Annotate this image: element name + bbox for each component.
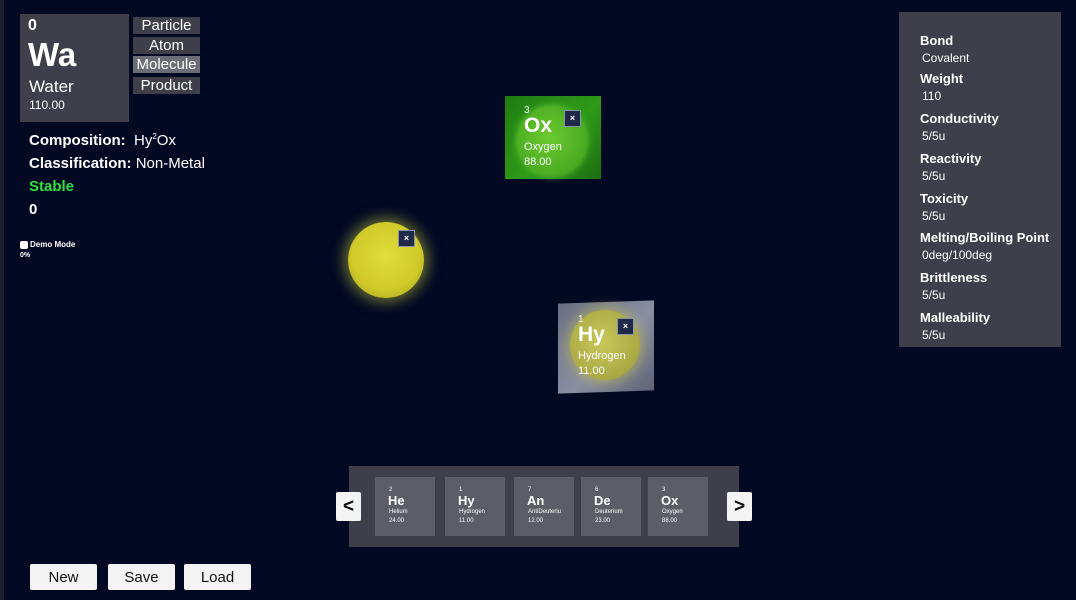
palette-prev-button[interactable]: < (336, 492, 361, 521)
mode-atom-button[interactable]: Atom (133, 37, 200, 54)
oxygen-label: 3 Ox Oxygen 88.00 (524, 105, 562, 168)
save-button[interactable]: Save (108, 564, 175, 590)
composition-label: Composition: (29, 132, 126, 149)
remove-oxygen-close-icon[interactable]: × (564, 110, 581, 127)
palette-item-oxygen[interactable]: 3 Ox Oxygen 88.00 (648, 477, 708, 536)
property-weight: Weight 110 (920, 71, 964, 103)
element-weight: 110.00 (29, 98, 65, 112)
window-edge (0, 0, 4, 600)
demo-progress: 0% (20, 252, 31, 259)
mode-product-button[interactable]: Product (133, 77, 200, 94)
element-symbol: Wa (28, 36, 77, 73)
element-name: Water (29, 77, 74, 96)
selected-element-card: 0 Wa Water 110.00 (20, 14, 129, 122)
element-number: 0 (28, 17, 37, 34)
property-reactivity: Reactivity 5/5u (920, 151, 982, 183)
counter-value: 0 (29, 201, 38, 218)
palette-item-helium[interactable]: 2 He Helium 24.00 (375, 477, 435, 536)
remove-hydrogen-close-icon[interactable]: × (617, 318, 634, 335)
property-toxicity: Toxicity 5/5u (920, 191, 969, 223)
load-button[interactable]: Load (184, 564, 251, 590)
classification-label: Classification: (29, 155, 132, 172)
classification-value: Non-Metal (135, 155, 205, 172)
palette-item-deuterium[interactable]: 6 De Deuterium 23.00 (581, 477, 641, 536)
mode-molecule-button[interactable]: Molecule (133, 56, 200, 73)
demo-mode-toggle[interactable]: Demo Mode (20, 240, 75, 249)
mode-particle-button[interactable]: Particle (133, 17, 200, 34)
property-brittleness: Brittleness 5/5u (920, 270, 988, 302)
remove-particle-close-icon[interactable]: × (398, 230, 415, 247)
stability-status: Stable (29, 178, 75, 195)
demo-mode-label: Demo Mode (30, 240, 76, 249)
property-conductivity: Conductivity 5/5u (920, 111, 999, 143)
property-bond: Bond Covalent (920, 33, 970, 65)
palette-next-button[interactable]: > (727, 492, 752, 521)
properties-panel: Bond Covalent Weight 110 Conductivity 5/5u … (899, 12, 1061, 347)
composition-value: Hy2Ox (134, 132, 176, 149)
checkbox-icon[interactable] (20, 240, 28, 249)
property-malleability: Malleability 5/5u (920, 310, 991, 342)
palette-item-hydrogen[interactable]: 1 Hy Hydrogen 11.00 (445, 477, 505, 536)
palette-item-antideuterium[interactable]: 7 An AntiDeuteriu 12.00 (514, 477, 574, 536)
composition-row: Composition: Hy2Ox (29, 132, 176, 149)
classification-row: Classification: Non-Metal (29, 155, 205, 172)
new-button[interactable]: New (30, 564, 97, 590)
property-melting-boiling: Melting/Boiling Point 0deg/100deg (920, 230, 1050, 262)
